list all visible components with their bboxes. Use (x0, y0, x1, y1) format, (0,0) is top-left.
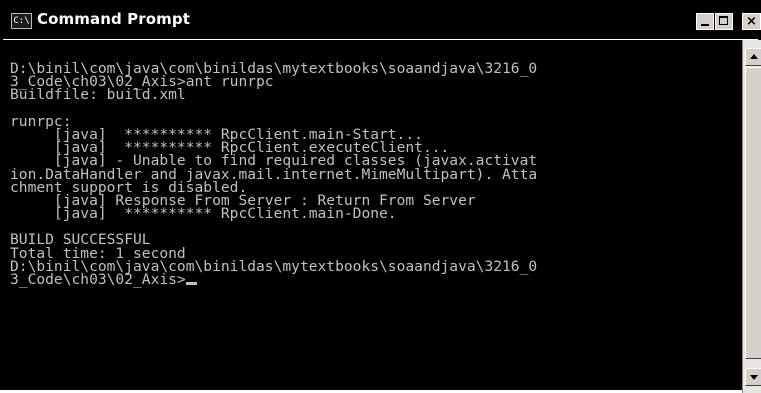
scroll-thumb[interactable] (745, 67, 761, 359)
console-line: [java] ********** RpcClient.main-Done. (10, 205, 397, 223)
maximize-button[interactable] (715, 13, 733, 30)
window-title: Command Prompt (37, 10, 190, 28)
close-button[interactable]: × (742, 13, 761, 30)
scroll-down-button[interactable] (745, 368, 761, 386)
cmd-prompt-icon[interactable]: C:\ (11, 13, 32, 29)
console-line: Buildfile: build.xml (10, 86, 186, 104)
prompt-text: 3_Code\ch03\02_Axis> (10, 271, 186, 288)
console-output[interactable]: D:\binil\com\java\com\binildas\mytextboo… (3, 40, 739, 390)
maximize-icon (719, 16, 728, 25)
vertical-scrollbar[interactable] (742, 40, 761, 393)
close-icon: × (746, 14, 757, 29)
scroll-up-button[interactable] (745, 48, 761, 66)
text-cursor (185, 282, 197, 285)
title-bar[interactable]: C:\ Command Prompt × (3, 3, 761, 40)
console-prompt-line: 3_Code\ch03\02_Axis> (10, 271, 739, 288)
minimize-button[interactable] (696, 13, 714, 30)
minimize-icon (701, 24, 709, 26)
command-prompt-window: C:\ Command Prompt × D:\binil\com\java\c… (0, 0, 761, 393)
arrow-up-icon (750, 54, 758, 59)
arrow-down-icon (750, 375, 758, 380)
